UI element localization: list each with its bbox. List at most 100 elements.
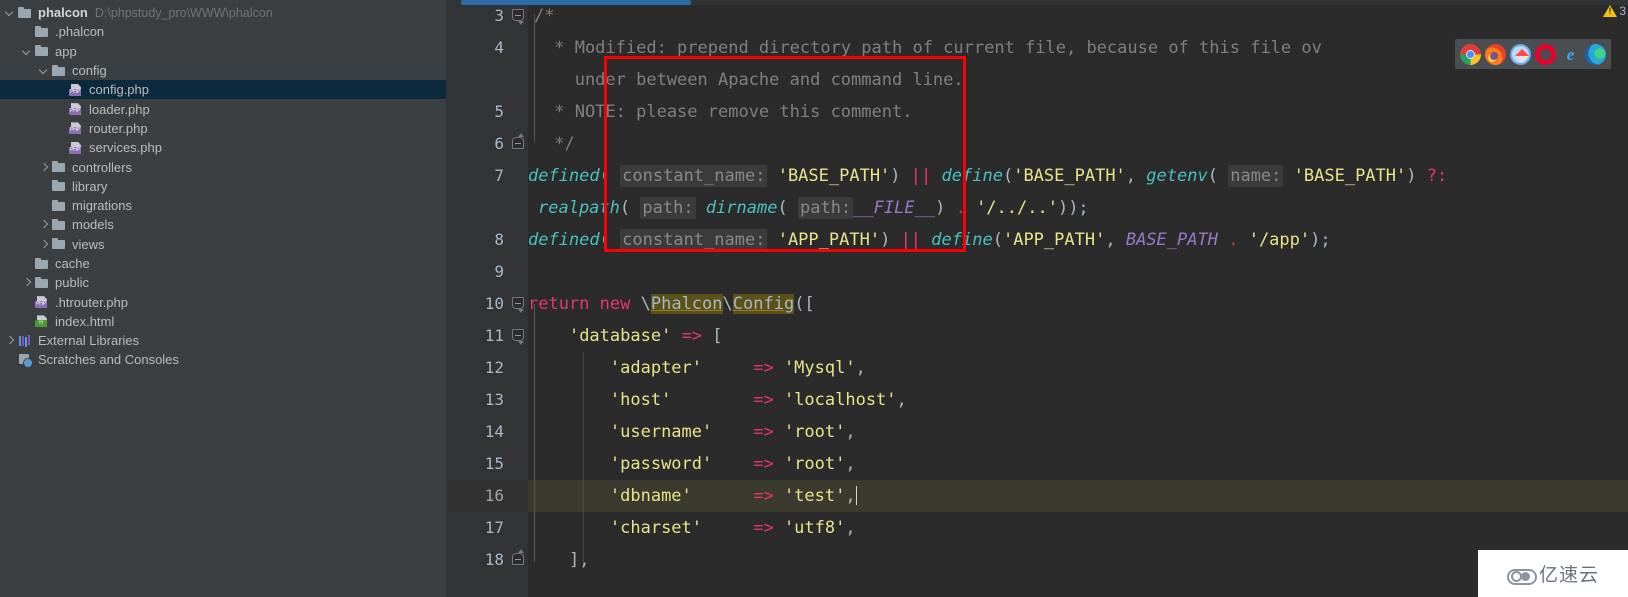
code-line-wrapped[interactable]: under between Apache and command line. xyxy=(446,64,1628,96)
parameter-hint: path: xyxy=(640,197,696,219)
fold-toggle-icon[interactable] xyxy=(512,329,526,345)
code-line[interactable]: 5 * NOTE: please remove this comment. xyxy=(446,96,1628,128)
code-line[interactable]: 8 defined( constant_name: 'APP_PATH') ||… xyxy=(446,224,1628,256)
highlighted-symbol: Phalcon xyxy=(650,294,723,314)
chevron-down-icon[interactable] xyxy=(21,45,34,58)
tree-item-label: public xyxy=(55,275,89,291)
tree-item-models[interactable]: models xyxy=(0,215,446,234)
tree-item-library[interactable]: library xyxy=(0,177,446,196)
code-line[interactable]: 17 'charset' => 'utf8', xyxy=(446,512,1628,544)
tree-item-config[interactable]: config xyxy=(0,61,446,80)
folder-icon xyxy=(34,256,51,272)
function-call: realpath xyxy=(538,198,620,218)
code-line[interactable]: 6 */ xyxy=(446,128,1628,160)
chrome-icon[interactable] xyxy=(1460,43,1481,65)
array-key: 'charset' xyxy=(609,518,703,538)
tree-item-controllers[interactable]: controllers xyxy=(0,157,446,176)
tree-item-index-html[interactable]: index.html xyxy=(0,312,446,331)
opera-icon[interactable] xyxy=(1535,43,1556,65)
inspection-status-widget[interactable]: 3 xyxy=(1603,4,1626,18)
tree-item-phalcon[interactable]: phalcon D:\phpstudy_pro\WWW\phalcon xyxy=(0,3,446,22)
string-literal: 'BASE_PATH' xyxy=(1293,166,1407,186)
code-content[interactable]: 3 /* 4 * Modified: prepend directory pat… xyxy=(446,0,1628,597)
code-line[interactable]: 12 'adapter' => 'Mysql', xyxy=(446,352,1628,384)
fold-toggle-icon[interactable] xyxy=(512,9,526,25)
tree-item-label: loader.php xyxy=(89,101,150,117)
tree-item-label: app xyxy=(55,43,77,59)
tree-item-label: config xyxy=(72,63,107,79)
chevron-right-icon[interactable] xyxy=(4,334,17,347)
code-line[interactable]: 10 return new \Phalcon\Config([ xyxy=(446,288,1628,320)
code-line-wrapped[interactable]: realpath( path: dirname( path: __FILE__) … xyxy=(446,192,1628,224)
line-number: 8 xyxy=(494,230,504,249)
chevron-down-icon[interactable] xyxy=(4,6,17,19)
folder-icon xyxy=(51,217,68,233)
folder-icon xyxy=(51,236,68,252)
line-number: 12 xyxy=(484,358,504,377)
tree-item-router-php[interactable]: router.php xyxy=(0,119,446,138)
tree-item-views[interactable]: views xyxy=(0,235,446,254)
array-key: 'database' xyxy=(568,326,672,346)
chevron-down-icon[interactable] xyxy=(38,64,51,77)
array-value: 'root' xyxy=(783,422,846,442)
tree-item-cache[interactable]: cache xyxy=(0,254,446,273)
folder-icon xyxy=(34,43,51,59)
line-number: 6 xyxy=(494,134,504,153)
chevron-right-icon[interactable] xyxy=(38,161,51,174)
chevron-right-icon[interactable] xyxy=(38,238,51,251)
code-line[interactable]: 15 'password' => 'root', xyxy=(446,448,1628,480)
horizontal-scrollbar-thumb[interactable] xyxy=(461,0,691,5)
code-line[interactable]: 14 'username' => 'root', xyxy=(446,416,1628,448)
array-key: 'password' xyxy=(609,454,713,474)
chevron-right-icon[interactable] xyxy=(21,276,34,289)
tree-item-app[interactable]: app xyxy=(0,42,446,61)
php-file-icon xyxy=(68,82,85,98)
firefox-icon[interactable] xyxy=(1485,43,1506,65)
cloud-icon xyxy=(1506,565,1537,585)
tree-item--phalcon[interactable]: .phalcon xyxy=(0,22,446,41)
code-line[interactable]: 11 'database' => [ xyxy=(446,320,1628,352)
code-line-current[interactable]: 16 'dbname' => 'test', xyxy=(446,480,1628,512)
chevron-right-icon[interactable] xyxy=(38,218,51,231)
tree-item-services-php[interactable]: services.php xyxy=(0,138,446,157)
array-value: 'utf8' xyxy=(783,518,846,538)
tree-item-config-php[interactable]: config.php xyxy=(0,80,446,100)
tree-item-scratches-and-consoles[interactable]: Scratches and Consoles xyxy=(0,350,446,369)
warning-count: 3 xyxy=(1619,4,1626,18)
folder-icon xyxy=(51,198,68,214)
internet-explorer-icon[interactable]: e xyxy=(1560,43,1581,65)
project-sidebar[interactable]: phalcon D:\phpstudy_pro\WWW\phalcon .phalc… xyxy=(0,0,446,597)
tree-item-external-libraries[interactable]: External Libraries xyxy=(0,331,446,350)
php-file-icon xyxy=(68,140,85,156)
array-key: 'adapter' xyxy=(609,358,703,378)
tree-item-migrations[interactable]: migrations xyxy=(0,196,446,215)
fold-toggle-icon[interactable] xyxy=(512,297,526,313)
code-line[interactable]: 9 xyxy=(446,256,1628,288)
ide-window: phalcon D:\phpstudy_pro\WWW\phalcon .phalc… xyxy=(0,0,1628,597)
keyword: return new xyxy=(528,294,631,314)
browser-preview-toolbar[interactable]: e xyxy=(1455,39,1611,69)
code-line[interactable]: 4 * Modified: prepend directory path of … xyxy=(446,32,1628,64)
code-line[interactable]: 13 'host' => 'localhost', xyxy=(446,384,1628,416)
line-number: 10 xyxy=(484,294,504,313)
tree-item-public[interactable]: public xyxy=(0,273,446,292)
code-editor[interactable]: 3 /* 4 * Modified: prepend directory pat… xyxy=(446,0,1628,597)
php-file-icon xyxy=(34,294,51,310)
tree-item--htrouter-php[interactable]: .htrouter.php xyxy=(0,292,446,311)
fold-toggle-icon[interactable] xyxy=(512,549,526,567)
fold-toggle-icon[interactable] xyxy=(512,133,526,151)
parameter-hint: path: xyxy=(797,197,854,219)
line-number: 7 xyxy=(494,166,504,185)
code-comment: * Modified: prepend directory path of cu… xyxy=(544,38,1322,58)
line-number: 17 xyxy=(484,518,504,537)
code-line[interactable]: 7 defined( constant_name: 'BASE_PATH') |… xyxy=(446,160,1628,192)
edge-icon[interactable] xyxy=(1585,43,1606,65)
tree-item-label: .phalcon xyxy=(55,24,105,40)
tree-item-label: views xyxy=(72,236,105,252)
safari-icon[interactable] xyxy=(1510,43,1531,65)
string-literal: 'BASE_PATH' xyxy=(1013,166,1126,186)
tree-item-loader-php[interactable]: loader.php xyxy=(0,99,446,118)
line-number: 13 xyxy=(484,390,504,409)
function-call: defined xyxy=(528,166,600,186)
